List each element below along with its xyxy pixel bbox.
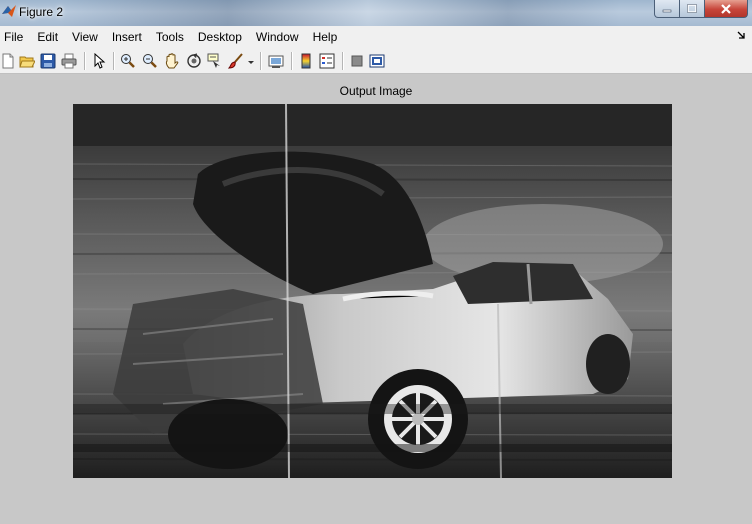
menu-bar: File Edit View Insert Tools Desktop Wind… bbox=[0, 26, 752, 48]
save-icon[interactable] bbox=[40, 53, 56, 69]
zoom-in-icon[interactable] bbox=[120, 53, 136, 69]
titlebar-background bbox=[60, 0, 620, 26]
close-icon bbox=[721, 3, 731, 14]
toolbar-separator bbox=[342, 52, 344, 70]
menu-file[interactable]: File bbox=[0, 26, 30, 48]
maximize-button[interactable] bbox=[679, 0, 705, 18]
window-title: Figure 2 bbox=[19, 5, 64, 19]
brush-dropdown-icon[interactable] bbox=[247, 53, 255, 69]
brush-icon[interactable] bbox=[228, 53, 244, 69]
menu-view[interactable]: View bbox=[65, 26, 105, 48]
menu-insert[interactable]: Insert bbox=[105, 26, 149, 48]
toolbar-separator bbox=[260, 52, 262, 70]
dock-arrow-icon[interactable] bbox=[737, 30, 746, 39]
menu-edit[interactable]: Edit bbox=[30, 26, 65, 48]
toolbar-separator bbox=[84, 52, 86, 70]
new-figure-icon[interactable] bbox=[0, 53, 16, 69]
menu-window[interactable]: Window bbox=[249, 26, 306, 48]
axes-image[interactable] bbox=[73, 104, 672, 478]
minimize-icon bbox=[662, 9, 672, 12]
insert-colorbar-icon[interactable] bbox=[298, 53, 314, 69]
grayscale-car-image bbox=[73, 104, 672, 478]
show-plot-tools-icon[interactable] bbox=[369, 53, 385, 69]
pan-icon[interactable] bbox=[164, 53, 180, 69]
menu-help[interactable]: Help bbox=[306, 26, 345, 48]
axes-title: Output Image bbox=[339, 84, 413, 98]
toolbar-separator bbox=[291, 52, 293, 70]
rotate-3d-icon[interactable] bbox=[186, 53, 202, 69]
link-plot-icon[interactable] bbox=[268, 53, 284, 69]
menu-tools[interactable]: Tools bbox=[149, 26, 191, 48]
open-file-icon[interactable] bbox=[19, 53, 35, 69]
zoom-out-icon[interactable] bbox=[142, 53, 158, 69]
hide-plot-tools-icon[interactable] bbox=[349, 53, 365, 69]
toolbar-separator bbox=[113, 52, 115, 70]
print-icon[interactable] bbox=[61, 53, 77, 69]
window-titlebar: Figure 2 bbox=[0, 0, 752, 26]
insert-legend-icon[interactable] bbox=[319, 53, 335, 69]
figure-toolbar bbox=[0, 48, 752, 74]
menu-desktop[interactable]: Desktop bbox=[191, 26, 249, 48]
matlab-icon bbox=[2, 5, 16, 17]
close-button[interactable] bbox=[704, 0, 748, 18]
maximize-icon bbox=[687, 3, 697, 13]
minimize-button[interactable] bbox=[654, 0, 680, 18]
edit-plot-icon[interactable] bbox=[91, 53, 107, 69]
data-cursor-icon[interactable] bbox=[207, 53, 223, 69]
